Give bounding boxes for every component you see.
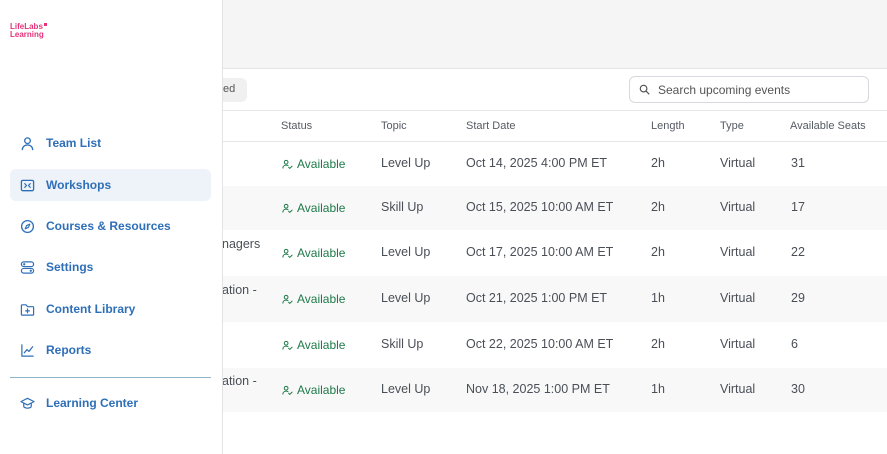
type-cell: Virtual bbox=[720, 200, 756, 214]
topic-cell: Skill Up bbox=[381, 337, 424, 351]
length-cell: 2h bbox=[651, 156, 665, 170]
sidebar-item-workshops[interactable]: Workshops bbox=[10, 169, 211, 201]
event-name-cell[interactable]: ation - bbox=[222, 374, 257, 388]
available-seats-cell: 29 bbox=[791, 291, 805, 305]
available-people-icon bbox=[282, 248, 293, 258]
available-seats-cell: 22 bbox=[791, 245, 805, 259]
available-people-icon bbox=[282, 340, 293, 350]
sidebar-item-learning-center[interactable]: Learning Center bbox=[10, 387, 211, 419]
length-cell: 1h bbox=[651, 382, 665, 396]
start-date-cell: Oct 14, 2025 4:00 PM ET bbox=[466, 156, 608, 170]
filter-chip-label: ed bbox=[223, 83, 236, 95]
event-name-cell[interactable]: ation - bbox=[222, 283, 257, 297]
folder-plus-icon bbox=[20, 303, 35, 316]
available-people-icon bbox=[282, 294, 293, 304]
topic-cell: Level Up bbox=[381, 245, 431, 259]
type-cell: Virtual bbox=[720, 156, 756, 170]
sidebar-item-label: Learning Center bbox=[46, 396, 139, 410]
start-date-cell: Nov 18, 2025 1:00 PM ET bbox=[466, 382, 610, 396]
status-badge: Available bbox=[282, 246, 345, 260]
status-badge: Available bbox=[282, 201, 345, 215]
type-cell: Virtual bbox=[720, 291, 756, 305]
available-seats-cell: 30 bbox=[791, 382, 805, 396]
start-date-cell: Oct 22, 2025 10:00 AM ET bbox=[466, 337, 614, 351]
length-cell: 2h bbox=[651, 245, 665, 259]
status-text: Available bbox=[297, 292, 346, 306]
search-icon bbox=[639, 84, 650, 95]
graduation-cap-icon bbox=[20, 397, 35, 409]
status-text: Available bbox=[297, 157, 346, 171]
start-date-cell: Oct 17, 2025 10:00 AM ET bbox=[466, 245, 614, 259]
topic-cell: Level Up bbox=[381, 382, 431, 396]
logo-line2: Learning bbox=[10, 30, 44, 39]
status-badge: Available bbox=[282, 292, 345, 306]
type-cell: Virtual bbox=[720, 382, 756, 396]
lifelabs-logo[interactable]: LifeLabs Learning bbox=[10, 23, 47, 39]
length-cell: 2h bbox=[651, 337, 665, 351]
status-text: Available bbox=[297, 338, 346, 352]
workshop-icon bbox=[20, 179, 35, 191]
chart-line-icon bbox=[21, 343, 34, 357]
sidebar-item-content-library[interactable]: Content Library bbox=[10, 293, 211, 325]
sidebar-item-courses-resources[interactable]: Courses & Resources bbox=[10, 210, 211, 242]
length-cell: 2h bbox=[651, 200, 665, 214]
user-icon bbox=[21, 136, 34, 150]
start-date-cell: Oct 15, 2025 10:00 AM ET bbox=[466, 200, 614, 214]
column-header-type[interactable]: Type bbox=[720, 120, 744, 132]
sidebar-item-label: Reports bbox=[46, 343, 92, 357]
column-header-start-date[interactable]: Start Date bbox=[466, 120, 516, 132]
settings-icon bbox=[20, 260, 35, 274]
status-badge: Available bbox=[282, 383, 345, 397]
start-date-cell: Oct 21, 2025 1:00 PM ET bbox=[466, 291, 608, 305]
sidebar-divider bbox=[10, 377, 211, 378]
available-people-icon bbox=[282, 385, 293, 395]
status-text: Available bbox=[297, 383, 346, 397]
type-cell: Virtual bbox=[720, 337, 756, 351]
event-name-cell[interactable]: nagers bbox=[222, 237, 260, 251]
status-text: Available bbox=[297, 201, 346, 215]
column-header-status[interactable]: Status bbox=[281, 120, 312, 132]
column-header-topic[interactable]: Topic bbox=[381, 120, 407, 132]
sidebar-item-settings[interactable]: Settings bbox=[10, 251, 211, 283]
status-badge: Available bbox=[282, 157, 345, 171]
available-seats-cell: 6 bbox=[791, 337, 798, 351]
search-box[interactable] bbox=[629, 76, 869, 103]
sidebar-item-label: Content Library bbox=[46, 302, 136, 316]
available-people-icon bbox=[282, 159, 293, 169]
sidebar-item-team-list[interactable]: Team List bbox=[10, 127, 211, 159]
sidebar: LifeLabs Learning Team List Workshops Co… bbox=[0, 0, 223, 454]
available-seats-cell: 17 bbox=[791, 200, 805, 214]
sidebar-item-label: Workshops bbox=[46, 178, 112, 192]
column-header-available-seats[interactable]: Available Seats bbox=[790, 120, 866, 132]
length-cell: 1h bbox=[651, 291, 665, 305]
sidebar-item-label: Team List bbox=[46, 136, 102, 150]
status-badge: Available bbox=[282, 338, 345, 352]
available-people-icon bbox=[282, 203, 293, 213]
topic-cell: Level Up bbox=[381, 291, 431, 305]
status-text: Available bbox=[297, 246, 346, 260]
sidebar-item-label: Courses & Resources bbox=[46, 219, 171, 233]
available-seats-cell: 31 bbox=[791, 156, 805, 170]
topic-cell: Level Up bbox=[381, 156, 431, 170]
sidebar-item-label: Settings bbox=[46, 260, 94, 274]
topic-cell: Skill Up bbox=[381, 200, 424, 214]
type-cell: Virtual bbox=[720, 245, 756, 259]
column-header-length[interactable]: Length bbox=[651, 120, 685, 132]
compass-icon bbox=[20, 219, 35, 233]
search-input[interactable] bbox=[658, 82, 858, 97]
sidebar-item-reports[interactable]: Reports bbox=[10, 334, 211, 366]
